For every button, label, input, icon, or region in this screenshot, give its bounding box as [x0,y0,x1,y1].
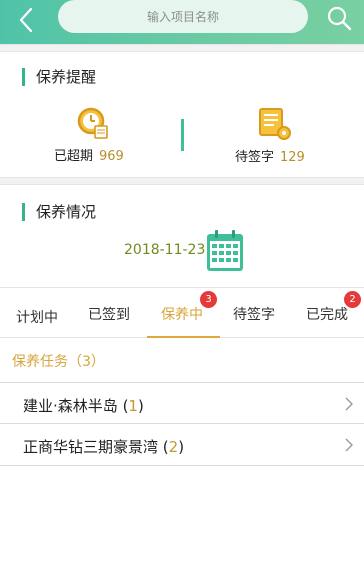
tab-to-sign[interactable]: 待签字 [233,304,275,324]
task-list-item[interactable]: 正商华钻三期豪景湾 (2) [0,424,364,466]
section-separator [0,177,364,185]
task-name-text: 正商华钻三期豪景湾 [23,438,159,456]
chevron-right-icon [345,438,353,452]
title-accent-bar [22,67,25,86]
task-name-text: 建业·森林半岛 [23,397,118,415]
tab-planned[interactable]: 计划中 [16,307,58,327]
status-section-title: 保养情况 [22,201,96,222]
search-icon [327,6,352,31]
task-list-item[interactable]: 建业·森林半岛 (1) [0,382,364,424]
title-accent-bar [22,202,25,221]
reminder-title: 保养提醒 [36,68,97,86]
tab-signed-in[interactable]: 已签到 [88,304,130,324]
tab-in-maintenance[interactable]: 保养中 [161,304,203,324]
task-count-close: ) [178,438,185,456]
status-tabs: 计划中 已签到 保养中 3 待签字 已完成 2 [0,287,364,338]
task-count-close: ) [137,397,144,415]
overdue-label: 已超期 [54,149,94,164]
chevron-left-icon [19,7,33,33]
back-button[interactable] [12,4,42,36]
tab-completed-badge: 2 [344,291,361,308]
stat-divider [181,119,184,151]
status-title: 保养情况 [36,203,97,221]
task-name: 正商华钻三期豪景湾 (2) [23,436,184,457]
task-count: 2 [168,438,179,456]
search-input[interactable] [58,0,308,33]
search-button[interactable] [324,4,354,32]
selected-date: 2018-11-23 [124,242,206,258]
to-sign-count: 129 [280,150,305,165]
task-list-header: 保养任务（3） [12,354,105,370]
task-name: 建业·森林半岛 (1) [23,395,144,416]
tab-in-maintenance-badge: 3 [200,291,217,308]
calendar-icon[interactable] [206,229,244,272]
reminder-section-title: 保养提醒 [22,66,96,87]
to-sign-stat[interactable]: 待签字 129 [235,146,305,165]
chevron-right-icon [345,397,353,411]
to-sign-label: 待签字 [235,150,275,165]
task-count: 1 [128,397,138,415]
active-tab-indicator [147,336,220,338]
top-bar [0,0,364,44]
tab-completed[interactable]: 已完成 [306,304,348,324]
search-field[interactable] [58,0,308,33]
overdue-clock-icon [77,107,108,139]
section-separator [0,44,364,52]
to-sign-document-icon [259,108,291,140]
overdue-stat[interactable]: 已超期 969 [54,145,124,164]
overdue-count: 969 [99,149,124,164]
